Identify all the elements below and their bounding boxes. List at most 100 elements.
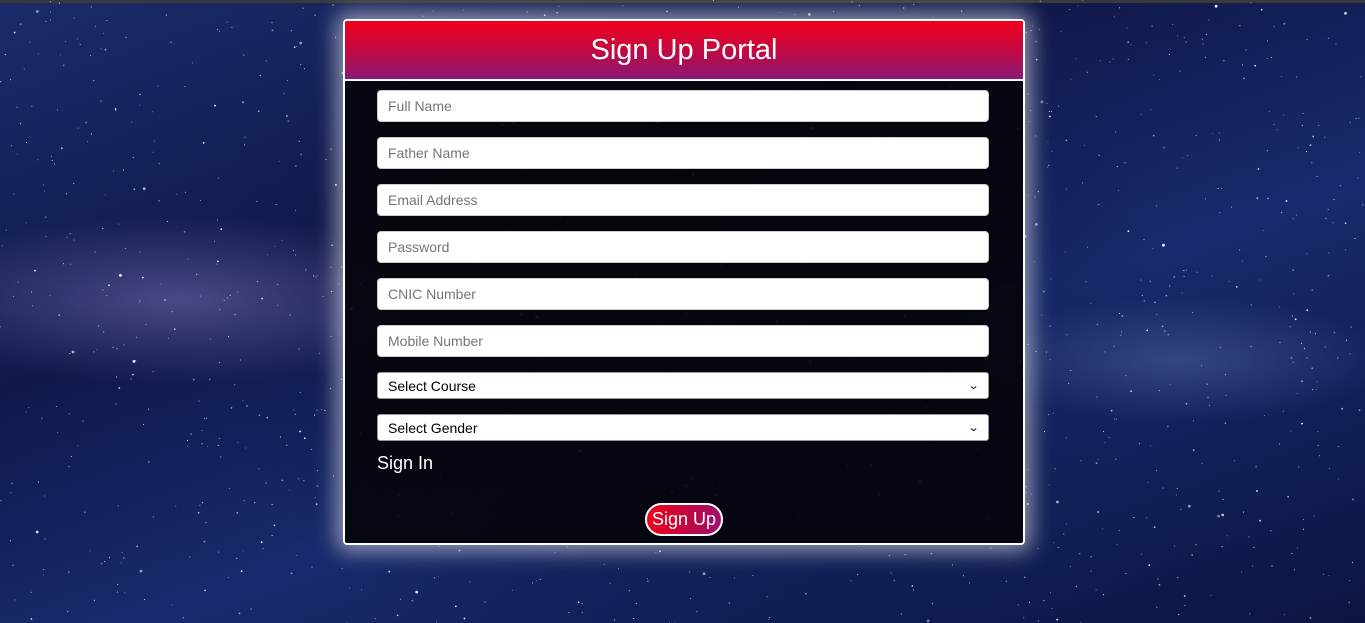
star [1352, 498, 1354, 501]
password-input[interactable]: Password [377, 231, 989, 263]
star [125, 36, 127, 38]
star [1337, 478, 1339, 480]
star [1040, 100, 1044, 104]
star [82, 420, 84, 422]
star [1253, 546, 1255, 548]
star [1125, 572, 1127, 575]
star [1155, 205, 1157, 207]
star [209, 338, 211, 340]
star [1298, 466, 1300, 468]
star [10, 79, 12, 81]
star [1045, 351, 1048, 353]
cnic-input[interactable]: CNIC Number [377, 278, 989, 310]
star [1292, 361, 1294, 363]
star [1357, 177, 1359, 179]
star [1185, 402, 1188, 405]
star [1183, 37, 1185, 39]
star [9, 540, 11, 542]
star [226, 21, 228, 23]
star [227, 336, 230, 338]
star [34, 269, 36, 272]
star [1285, 200, 1288, 202]
star [89, 54, 92, 57]
email-input[interactable]: Email Address [377, 184, 989, 216]
star [1248, 536, 1250, 538]
email-placeholder: Email Address [388, 192, 478, 208]
star [1204, 56, 1206, 58]
star [117, 583, 119, 586]
star [313, 275, 315, 277]
star [462, 9, 464, 11]
star [183, 230, 186, 233]
star [189, 556, 191, 558]
star [1099, 60, 1101, 62]
star [165, 14, 167, 16]
star [219, 309, 221, 311]
star [1080, 460, 1082, 462]
star [1327, 208, 1329, 211]
star [1090, 570, 1092, 572]
star [170, 41, 172, 43]
sign-up-button[interactable]: Sign Up [645, 503, 723, 536]
star [1296, 393, 1298, 395]
star [234, 384, 236, 386]
star [1301, 422, 1303, 425]
star [135, 336, 137, 338]
star [331, 291, 333, 293]
star [1035, 135, 1037, 137]
star [1154, 301, 1156, 304]
star [1205, 33, 1207, 36]
star [25, 222, 27, 224]
star [132, 157, 134, 159]
father-name-input[interactable]: Father Name [377, 137, 989, 169]
star [1349, 121, 1351, 123]
star [217, 260, 219, 263]
star [1316, 175, 1318, 178]
star [1276, 129, 1278, 131]
star [1222, 498, 1224, 500]
star [1322, 573, 1324, 575]
star [1279, 341, 1281, 343]
gender-select[interactable]: Select Gender ⌄ [377, 414, 989, 441]
star [1104, 442, 1106, 444]
star [1185, 41, 1187, 43]
sign-in-link[interactable]: Sign In [377, 453, 433, 474]
star [1155, 470, 1158, 472]
star [1239, 249, 1241, 251]
star [1086, 71, 1088, 73]
star [1267, 197, 1269, 200]
star [265, 482, 267, 484]
star [14, 599, 16, 601]
mobile-input[interactable]: Mobile Number [377, 325, 989, 357]
star [1174, 545, 1176, 547]
star [186, 445, 189, 447]
star [1125, 375, 1127, 377]
star [1219, 211, 1221, 214]
star [968, 582, 971, 584]
star [1169, 285, 1171, 287]
star [229, 294, 231, 296]
full-name-input[interactable]: Full Name [377, 90, 989, 122]
star [1245, 49, 1247, 51]
star [438, 576, 440, 578]
star [1165, 294, 1168, 297]
star [117, 505, 119, 507]
star [1115, 458, 1117, 460]
star [42, 184, 44, 186]
star [890, 572, 892, 574]
star [1250, 345, 1252, 348]
star [139, 299, 141, 302]
star [737, 6, 740, 8]
star [1337, 357, 1339, 359]
star [1176, 487, 1178, 490]
star [1314, 333, 1317, 335]
star [1178, 613, 1180, 616]
star [415, 590, 419, 594]
star [1306, 38, 1308, 40]
star [433, 577, 435, 579]
star [258, 414, 261, 417]
course-select[interactable]: Select Course ⌄ [377, 372, 989, 399]
star [1217, 514, 1220, 518]
star [902, 7, 905, 9]
star [581, 611, 583, 613]
